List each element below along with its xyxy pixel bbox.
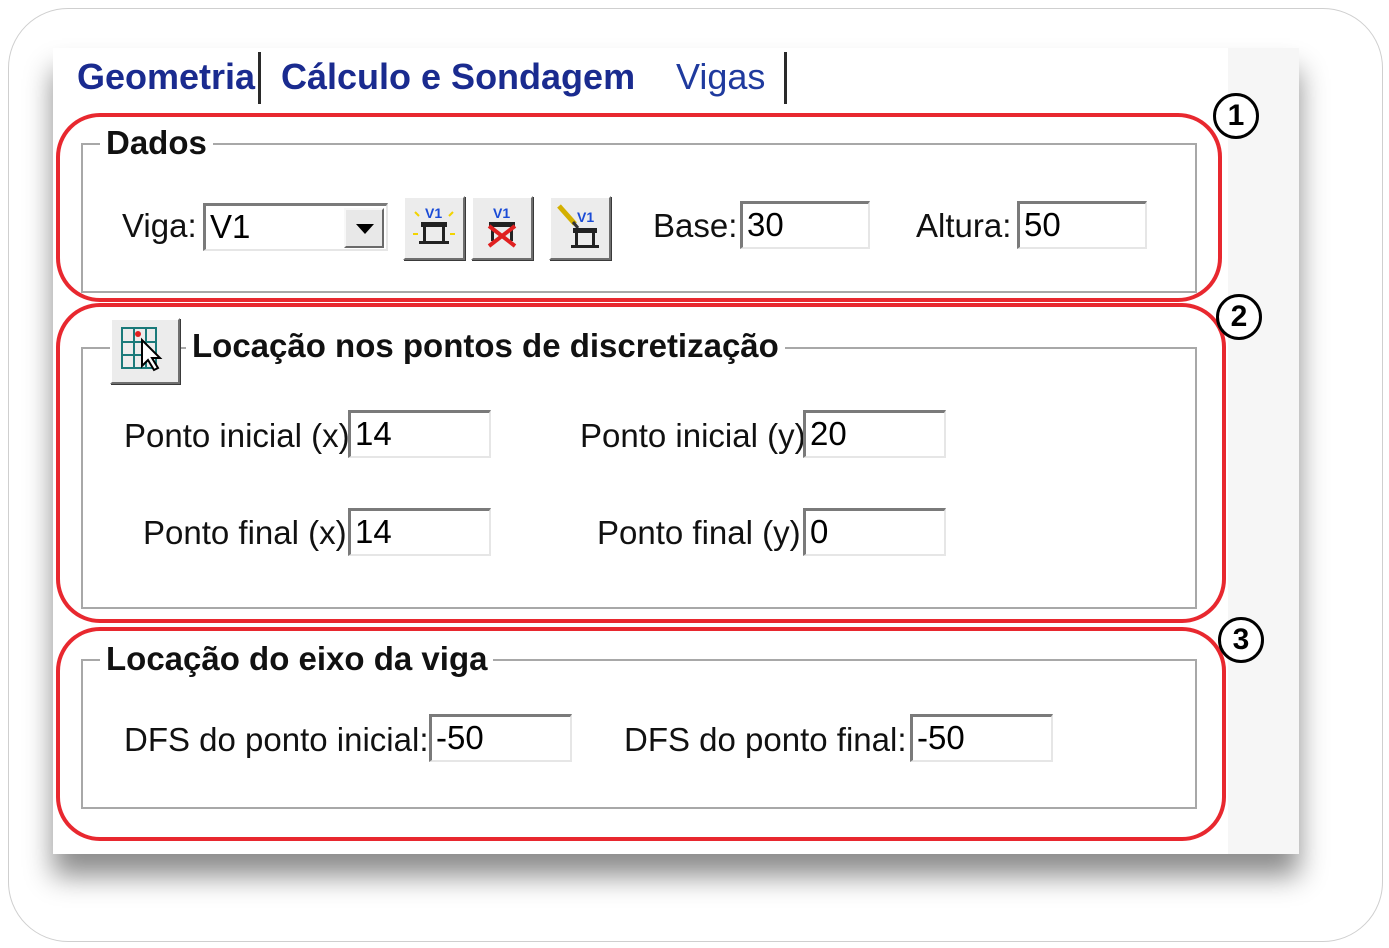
- annotation-number-1: 1: [1213, 93, 1259, 139]
- panel-edge: [1228, 48, 1299, 854]
- tab-calculo-e-sondagem[interactable]: Cálculo e Sondagem: [281, 48, 635, 106]
- annotation-highlight-2: [56, 303, 1226, 623]
- tab-separator: [784, 52, 787, 104]
- annotation-number-3: 3: [1218, 617, 1264, 663]
- tab-vigas[interactable]: Vigas: [676, 48, 765, 106]
- tab-separator: [258, 52, 261, 104]
- annotation-number-2: 2: [1216, 294, 1262, 340]
- tab-geometria[interactable]: Geometria: [77, 48, 255, 106]
- annotation-highlight-3: [56, 627, 1226, 841]
- annotation-highlight-1: [56, 113, 1222, 302]
